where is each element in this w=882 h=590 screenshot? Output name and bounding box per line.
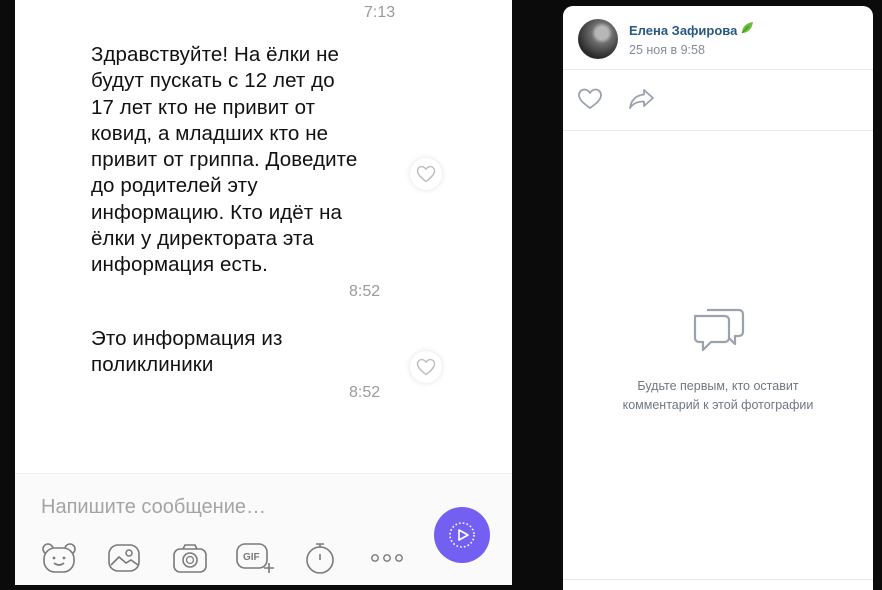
message-text: Здравствуйте! На ёлки не будут пускать с…	[91, 42, 391, 279]
message-input-placeholder: Напишите сообщение…	[41, 496, 267, 518]
post-date-link[interactable]: 25 ноя в 9:58	[629, 43, 705, 57]
leaf-icon	[741, 22, 753, 34]
message-line: ёлки у директората эта	[91, 227, 314, 251]
empty-comments-text: Будьте первым, кто оставит комментарий к…	[583, 377, 853, 415]
author-name-link[interactable]: Елена Зафирова	[629, 23, 737, 38]
message-line: до родителей эту	[91, 174, 258, 198]
message-line: информацию. Кто идёт на	[91, 200, 343, 224]
camera-icon	[170, 540, 210, 576]
post-actions	[563, 69, 873, 131]
empty-comments-line: комментарий к этой фотографии	[622, 398, 814, 412]
comments-icon	[693, 308, 745, 352]
message-composer: Напишите сообщение… GIF	[15, 473, 512, 585]
heart-icon	[416, 165, 436, 183]
post-author-row: Елена Зафирова 25 ноя в 9:58	[563, 6, 873, 70]
sticker-icon	[39, 540, 79, 576]
comment-input-area[interactable]	[563, 579, 873, 590]
like-button[interactable]	[577, 87, 603, 111]
timer-icon	[300, 540, 340, 576]
message-line: Здравствуйте! На ёлки не	[91, 43, 340, 66]
photo-sidebar: Елена Зафирова 25 ноя в 9:58 Будьте перв…	[563, 6, 873, 590]
empty-comments-line: Будьте первым, кто оставит	[637, 379, 799, 393]
send-video-icon	[449, 522, 475, 548]
heart-icon	[416, 358, 436, 376]
message-line: ковид, а младших кто не	[91, 121, 329, 145]
gif-label: GIF	[243, 552, 260, 563]
share-button[interactable]	[628, 87, 656, 111]
message-line: будут пускать с 12 лет до	[91, 69, 335, 93]
message-like-button	[410, 158, 442, 190]
more-icon	[367, 540, 407, 576]
send-video-button	[434, 507, 490, 563]
message-time: 8:52	[349, 283, 381, 300]
message-line: информация есть.	[91, 253, 268, 277]
message-line: Это информация из	[91, 327, 283, 350]
gallery-icon	[104, 540, 144, 576]
message-like-button	[410, 351, 442, 383]
gif-icon: GIF	[235, 540, 275, 576]
like-icon	[578, 88, 602, 110]
photo-viewer-image: 7:13 Здравствуйте! На ёлки не будут пуск…	[15, 0, 512, 585]
avatar[interactable]	[578, 19, 618, 59]
message-line: 17 лет кто не привит от	[91, 95, 316, 119]
message-line: привит от гриппа. Доведите	[91, 148, 358, 172]
message-line: поликлиники	[91, 353, 214, 377]
message-time: 7:13	[364, 4, 396, 21]
message-text: Это информация из поликлиники	[91, 326, 391, 379]
share-icon	[629, 89, 654, 109]
message-time: 8:52	[349, 384, 381, 401]
